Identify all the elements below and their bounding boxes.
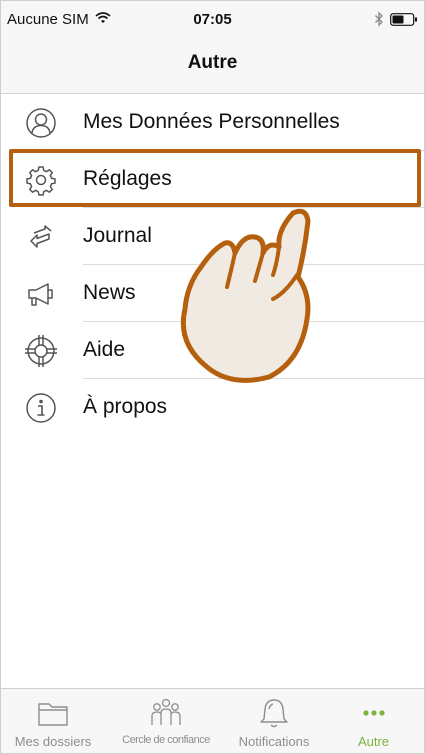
info-circle-icon xyxy=(25,392,57,424)
tab-bar: Mes dossiers Cercle de confiance Notific… xyxy=(1,688,424,753)
menu-item-label: Aide xyxy=(83,338,126,361)
menu-item-personal-data[interactable]: Mes Données Personnelles xyxy=(1,94,424,151)
person-circle-icon xyxy=(25,107,57,139)
tab-cercle-de-confiance[interactable]: Cercle de confiance xyxy=(105,689,227,753)
group-icon xyxy=(148,697,184,729)
page-title: Autre xyxy=(187,52,238,73)
bell-icon xyxy=(258,697,290,729)
highlight-box xyxy=(9,149,421,207)
folder-icon xyxy=(36,697,70,729)
tab-autre[interactable]: Autre xyxy=(321,689,424,753)
phone-screen: Aucune SIM 07:05 Autre Mes Données Perso… xyxy=(0,0,425,754)
menu-item-label: Journal xyxy=(83,224,152,247)
lifebuoy-icon xyxy=(25,335,57,367)
tab-label: Mes dossiers xyxy=(14,734,92,749)
arrows-exchange-icon xyxy=(25,221,57,253)
more-dots-icon xyxy=(358,697,390,729)
menu-item-label: À propos xyxy=(83,395,168,418)
tab-notifications[interactable]: Notifications xyxy=(227,689,321,753)
battery-icon xyxy=(390,12,418,31)
tab-label: Cercle de confiance xyxy=(122,734,210,746)
menu-item-label: News xyxy=(83,281,136,304)
status-bar: Aucune SIM 07:05 xyxy=(1,1,424,37)
bluetooth-icon xyxy=(374,11,384,32)
tab-mes-dossiers[interactable]: Mes dossiers xyxy=(1,689,105,753)
status-time: 07:05 xyxy=(193,11,232,28)
navigation-header: Aucune SIM 07:05 Autre xyxy=(1,1,424,94)
megaphone-icon xyxy=(25,278,57,310)
tab-label: Notifications xyxy=(238,734,310,749)
menu-item-label: Mes Données Personnelles xyxy=(83,110,340,133)
tab-label: Autre xyxy=(357,734,390,749)
status-right xyxy=(374,11,418,32)
pointing-hand-icon xyxy=(173,201,323,391)
